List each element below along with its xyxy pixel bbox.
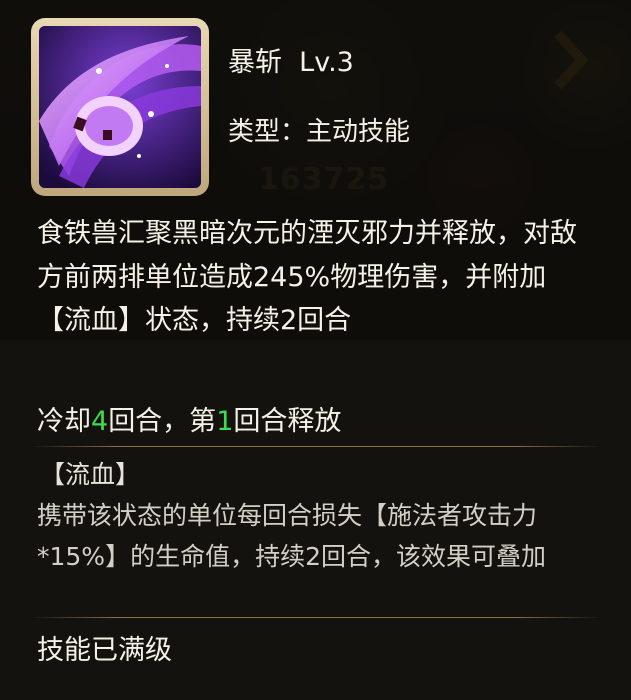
skill-tooltip: 暴斩 Lv.3 类型：主动技能 食铁兽汇聚黑暗次元的湮灭邪力并释放，对敌方前两排… xyxy=(0,0,631,700)
cooldown-turns: 4 xyxy=(91,406,109,437)
status-effect-description: 携带该状态的单位每回合损失【施法者攻击力*15%】的生命值，持续2回合，该效果可… xyxy=(37,501,546,571)
status-effect-title: 【流血】 xyxy=(40,460,141,489)
divider xyxy=(30,446,602,447)
release-turn: 1 xyxy=(216,406,234,437)
cooldown-prefix: 冷却 xyxy=(37,406,91,437)
max-level-text: 技能已满级 xyxy=(37,635,172,666)
skill-description: 食铁兽汇聚黑暗次元的湮灭邪力并释放，对敌方前两排单位造成245%物理伤害，并附加… xyxy=(37,218,577,336)
skill-icon-frame xyxy=(31,18,209,196)
skill-name-level: 暴斩 Lv.3 xyxy=(228,47,354,78)
cooldown-suffix: 回合释放 xyxy=(233,406,342,437)
divider xyxy=(30,617,602,618)
skill-type: 类型：主动技能 xyxy=(228,117,411,147)
cooldown-middle: 回合，第 xyxy=(108,406,217,437)
purple-slash-icon xyxy=(39,26,201,188)
cooldown-text: 冷却4回合，第1回合释放 xyxy=(37,399,341,438)
